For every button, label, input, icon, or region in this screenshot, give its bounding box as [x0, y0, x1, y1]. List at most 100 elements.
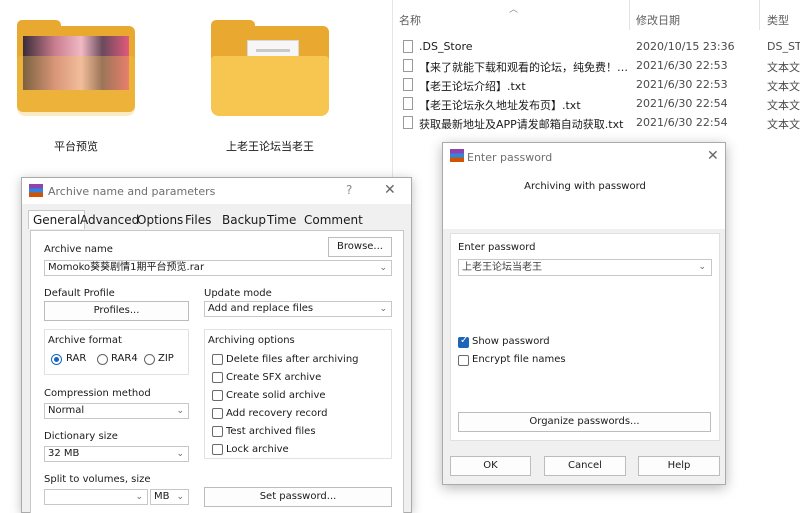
option-delete-files-label: Delete files after archiving: [226, 354, 359, 365]
text-file-icon: [403, 78, 413, 91]
close-icon[interactable]: ✕: [384, 182, 396, 198]
compression-combo[interactable]: Normal ⌄: [44, 403, 189, 419]
tab-comment[interactable]: Comment: [304, 213, 363, 227]
archive-name-value: Momoko葵葵剧情1期平台预览.rar: [48, 262, 205, 273]
file-name: 获取最新地址及APP请发邮箱自动获取.txt: [419, 118, 624, 131]
update-mode-label: Update mode: [204, 288, 272, 299]
split-unit-combo[interactable]: MB ⌄: [150, 489, 189, 505]
compression-value: Normal: [48, 405, 85, 416]
file-type: 文本文: [767, 61, 800, 74]
password-dialog-header: Enter password ✕ Archiving with password: [443, 143, 725, 229]
checkbox-lock-archive[interactable]: [212, 444, 223, 455]
file-date: 2020/10/15 23:36: [636, 40, 735, 53]
update-mode-combo[interactable]: Add and replace files ⌄: [204, 301, 392, 317]
column-header-name[interactable]: 名称: [399, 12, 421, 28]
checkbox-test-archived[interactable]: [212, 426, 223, 437]
file-row[interactable]: 获取最新地址及APP请发邮箱自动获取.txt 2021/6/30 22:54 文…: [393, 114, 800, 133]
tab-files[interactable]: Files: [185, 213, 211, 227]
file-row[interactable]: 【来了就能下载和观看的论坛，纯免费！… 2021/6/30 22:53 文本文: [393, 57, 800, 76]
text-file-icon: [403, 97, 413, 110]
password-dialog-title: Enter password: [467, 151, 553, 164]
close-icon[interactable]: ✕: [707, 148, 719, 164]
ok-button[interactable]: OK: [450, 456, 531, 476]
dictionary-label: Dictionary size: [44, 431, 118, 442]
tab-backup[interactable]: Backup: [222, 213, 266, 227]
help-button[interactable]: Help: [638, 456, 720, 476]
file-type: 文本文: [767, 99, 800, 112]
tab-general[interactable]: General: [28, 210, 86, 229]
archive-name-combo[interactable]: Momoko葵葵剧情1期平台预览.rar ⌄: [44, 260, 392, 276]
radio-rar4-label: RAR4: [111, 353, 138, 364]
file-date: 2021/6/30 22:54: [636, 116, 728, 129]
dictionary-combo[interactable]: 32 MB ⌄: [44, 446, 189, 462]
chevron-down-icon[interactable]: ⌄: [698, 260, 706, 275]
tab-advanced[interactable]: Advanced: [80, 213, 139, 227]
checkbox-show-password[interactable]: [458, 335, 469, 348]
profiles-button[interactable]: Profiles...: [44, 301, 189, 321]
password-value: 上老王论坛当老王: [462, 262, 542, 273]
sort-ascending-icon: ︿: [509, 5, 519, 15]
file-name: 【老王论坛介绍】.txt: [419, 80, 526, 93]
archive-dialog-titlebar[interactable]: Archive name and parameters ? ✕: [22, 178, 411, 204]
chevron-down-icon[interactable]: ⌄: [379, 302, 387, 316]
organize-passwords-button[interactable]: Organize passwords...: [458, 412, 711, 432]
radio-zip[interactable]: [144, 354, 155, 365]
tab-options[interactable]: Options: [137, 213, 183, 227]
radio-rar[interactable]: [51, 354, 62, 365]
chevron-down-icon[interactable]: ⌄: [176, 490, 184, 504]
folder-preview[interactable]: 平台预览: [16, 20, 136, 154]
help-icon[interactable]: ?: [346, 183, 352, 197]
folder-icon: [211, 20, 329, 120]
file-row[interactable]: .DS_Store 2020/10/15 23:36 DS_STC: [393, 38, 800, 57]
option-test-archived-label: Test archived files: [226, 426, 316, 437]
browse-button[interactable]: Browse...: [328, 237, 392, 257]
text-file-icon: [403, 59, 413, 72]
file-icon: [403, 40, 413, 53]
file-type: 文本文: [767, 118, 800, 131]
text-file-icon: [403, 116, 413, 129]
chevron-down-icon[interactable]: ⌄: [176, 404, 184, 418]
chevron-down-icon[interactable]: ⌄: [379, 261, 387, 275]
set-password-button[interactable]: Set password...: [204, 487, 392, 507]
chevron-down-icon[interactable]: ⌄: [135, 490, 143, 504]
file-name: 【老王论坛永久地址发布页】.txt: [419, 99, 581, 112]
folder-icon: [17, 20, 135, 120]
tab-bar: General Advanced Options Files Backup Ti…: [22, 210, 411, 230]
compression-label: Compression method: [44, 388, 151, 399]
file-date: 2021/6/30 22:53: [636, 78, 728, 91]
radio-rar4[interactable]: [97, 354, 108, 365]
folder-name: 上老王论坛当老王: [226, 140, 314, 153]
tab-time[interactable]: Time: [267, 213, 296, 227]
file-name: .DS_Store: [419, 40, 473, 53]
file-row[interactable]: 【老王论坛永久地址发布页】.txt 2021/6/30 22:54 文本文: [393, 95, 800, 114]
archive-dialog-title: Archive name and parameters: [48, 185, 216, 198]
file-date: 2021/6/30 22:54: [636, 97, 728, 110]
checkbox-delete-files[interactable]: [212, 354, 223, 365]
column-header-date[interactable]: 修改日期: [636, 12, 680, 28]
archive-format-label: Archive format: [48, 335, 122, 346]
folder-name: 平台预览: [54, 140, 98, 153]
cancel-button[interactable]: Cancel: [544, 456, 626, 476]
split-size-combo[interactable]: ⌄: [44, 489, 148, 505]
file-row[interactable]: 【老王论坛介绍】.txt 2021/6/30 22:53 文本文: [393, 76, 800, 95]
column-header-type[interactable]: 类型: [767, 12, 789, 28]
checkbox-create-sfx[interactable]: [212, 372, 223, 383]
radio-zip-label: ZIP: [158, 353, 174, 364]
radio-rar-label: RAR: [66, 353, 87, 364]
chevron-down-icon[interactable]: ⌄: [176, 447, 184, 461]
checkbox-encrypt-file-names[interactable]: [458, 355, 469, 366]
folder-laowang[interactable]: 上老王论坛当老王: [210, 20, 330, 154]
archive-dialog: Archive name and parameters ? ✕ General …: [21, 177, 412, 513]
file-type: 文本文: [767, 80, 800, 93]
general-tab-panel: Archive name Browse... Momoko葵葵剧情1期平台预览.…: [30, 230, 404, 513]
option-create-sfx-label: Create SFX archive: [226, 372, 322, 383]
checkbox-create-solid[interactable]: [212, 390, 223, 401]
default-profile-label: Default Profile: [44, 288, 115, 299]
split-unit-value: MB: [154, 491, 170, 502]
password-dialog: Enter password ✕ Archiving with password…: [442, 142, 726, 485]
checkbox-recovery-record[interactable]: [212, 408, 223, 419]
option-recovery-record-label: Add recovery record: [226, 408, 328, 419]
split-label: Split to volumes, size: [44, 474, 151, 485]
password-input[interactable]: 上老王论坛当老王 ⌄: [458, 259, 712, 276]
option-create-solid-label: Create solid archive: [226, 390, 326, 401]
